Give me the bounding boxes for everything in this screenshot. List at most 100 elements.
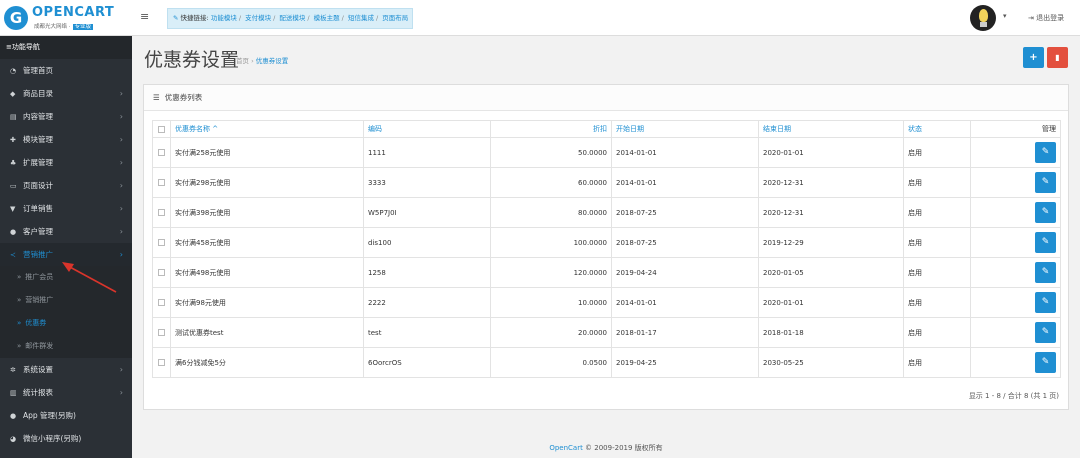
quick-link-shipping[interactable]: 配送模块 <box>279 14 305 22</box>
coupon-discount: 60.0000 <box>490 167 612 198</box>
column-header-name[interactable]: 优惠券名称 ^ <box>170 120 364 138</box>
coupon-code: 1111 <box>363 137 491 168</box>
sidebar-item-orders[interactable]: ▼ 订单销售 › <box>0 197 132 220</box>
quick-link-payment[interactable]: 支付模块 <box>245 14 271 22</box>
sidebar-subitem-coupons[interactable]: » 优惠券 <box>0 312 132 335</box>
edit-button[interactable]: ✎ <box>1035 202 1056 223</box>
quick-link-modules[interactable]: 功能模块 <box>211 14 237 22</box>
column-header-manage: 管理 <box>970 120 1061 138</box>
row-actions: ✎ <box>970 227 1061 258</box>
logout-link[interactable]: ⇥ 退出登录 <box>1028 13 1064 23</box>
sidebar-item-dashboard[interactable]: ◔ 管理首页 <box>0 59 132 82</box>
footer-brand-link[interactable]: OpenCart <box>549 444 583 452</box>
sidebar-item-app[interactable]: ● App 管理(另购) <box>0 404 132 427</box>
pencil-icon: ✎ <box>1041 297 1050 307</box>
coupon-name: 实付满458元使用 <box>170 227 364 258</box>
quick-link-sms[interactable]: 短信集成 <box>348 14 374 22</box>
chevron-right-icon: › <box>119 135 123 144</box>
sidebar-item-design[interactable]: ▭ 页面设计 › <box>0 174 132 197</box>
cart-icon: ▼ <box>10 205 16 213</box>
edit-button[interactable]: ✎ <box>1035 262 1056 283</box>
breadcrumb-current[interactable]: 优惠券设置 <box>256 57 289 65</box>
add-coupon-button[interactable]: + <box>1023 47 1044 68</box>
menu-toggle-icon[interactable]: ≡ <box>140 11 152 23</box>
coupon-code: W5P7J0I <box>363 197 491 228</box>
chevron-down-icon[interactable]: ▾ <box>1003 12 1007 20</box>
edit-button[interactable]: ✎ <box>1035 142 1056 163</box>
coupon-start-date: 2014-01-01 <box>611 287 759 318</box>
sidebar-item-system[interactable]: ✲ 系统设置 › <box>0 358 132 381</box>
row-checkbox[interactable] <box>152 167 171 198</box>
coupon-status: 启用 <box>903 317 971 348</box>
delete-coupon-button[interactable]: ▮ <box>1047 47 1068 68</box>
coupon-code: dis100 <box>363 227 491 258</box>
sidebar-item-modules[interactable]: ✚ 模块管理 › <box>0 128 132 151</box>
quick-links-bar: ✎ 快捷链接: 功能模块 / 支付模块 / 配送模块 / 模板主题 / 短信集成 / 页面… <box>167 8 413 29</box>
breadcrumb: 首页 › 优惠券设置 <box>236 55 288 65</box>
coupon-list-panel: ☰ 优惠券列表 优惠券名称 ^ 编码 折扣 开始日期 结束日期 状态 管理 实付… <box>143 84 1069 410</box>
user-icon: ● <box>10 228 17 236</box>
gear-icon: ✲ <box>10 366 16 374</box>
quick-link-themes[interactable]: 模板主题 <box>314 14 340 22</box>
sidebar-subitem-mail[interactable]: » 邮件群发 <box>0 335 132 358</box>
breadcrumb-separator: › <box>251 57 254 65</box>
logo[interactable]: G OPENCART 成都光大网络 · 专业版 <box>4 4 132 32</box>
sidebar-item-marketing[interactable]: ≺ 营销推广 › <box>0 243 132 266</box>
coupon-start-date: 2014-01-01 <box>611 137 759 168</box>
coupon-code: 6OorcrOS <box>363 347 491 378</box>
edit-button[interactable]: ✎ <box>1035 292 1056 313</box>
top-bar: G OPENCART 成都光大网络 · 专业版 ≡ ✎ 快捷链接: 功能模块 / 支… <box>0 0 1080 36</box>
row-checkbox[interactable] <box>152 227 171 258</box>
row-checkbox[interactable] <box>152 347 171 378</box>
edit-button[interactable]: ✎ <box>1035 232 1056 253</box>
sidebar-item-customers[interactable]: ● 客户管理 › <box>0 220 132 243</box>
sidebar-item-catalog[interactable]: ◆ 商品目录 › <box>0 82 132 105</box>
dashboard-icon: ◔ <box>10 67 17 75</box>
sidebar-item-content[interactable]: ▤ 内容管理 › <box>0 105 132 128</box>
edition-badge: 专业版 <box>72 24 94 30</box>
column-header-code[interactable]: 编码 <box>363 120 491 138</box>
row-checkbox[interactable] <box>152 137 171 168</box>
pencil-icon: ✎ <box>1041 177 1050 187</box>
monitor-icon: ▭ <box>10 182 17 190</box>
sidebar-item-extensions[interactable]: ♣ 扩展管理 › <box>0 151 132 174</box>
sidebar-subitem-affiliates[interactable]: » 推广会员 <box>0 266 132 289</box>
coupon-start-date: 2019-04-25 <box>611 347 759 378</box>
row-checkbox[interactable] <box>152 257 171 288</box>
breadcrumb-home[interactable]: 首页 <box>236 57 249 65</box>
select-all-checkbox[interactable] <box>152 120 171 138</box>
coupon-start-date: 2014-01-01 <box>611 167 759 198</box>
coupon-name: 实付满498元使用 <box>170 257 364 288</box>
edit-button[interactable]: ✎ <box>1035 172 1056 193</box>
edit-button[interactable]: ✎ <box>1035 322 1056 343</box>
table-row: 实付满298元使用 3333 60.0000 2014-01-01 2020-1… <box>152 167 1061 198</box>
column-header-end-date[interactable]: 结束日期 <box>758 120 904 138</box>
column-header-discount[interactable]: 折扣 <box>490 120 612 138</box>
chevron-right-icon: › <box>119 89 123 98</box>
quick-link-layouts[interactable]: 页面布局 <box>382 14 408 22</box>
list-icon: ☰ <box>153 93 160 102</box>
sidebar-item-reports[interactable]: ▥ 统计报表 › <box>0 381 132 404</box>
row-checkbox[interactable] <box>152 317 171 348</box>
coupon-code: 1258 <box>363 257 491 288</box>
chevron-right-icon: › <box>119 250 123 259</box>
coupon-status: 启用 <box>903 287 971 318</box>
column-header-status[interactable]: 状态 <box>903 120 971 138</box>
coupon-end-date: 2020-12-31 <box>758 197 904 228</box>
row-checkbox[interactable] <box>152 287 171 318</box>
pencil-icon: ✎ <box>1041 267 1050 277</box>
coupon-status: 启用 <box>903 257 971 288</box>
footer-copyright: © 2009-2019 版权所有 <box>582 444 663 452</box>
apple-icon: ● <box>10 412 17 420</box>
row-checkbox[interactable] <box>152 197 171 228</box>
coupon-name: 测试优惠券test <box>170 317 364 348</box>
coupon-discount: 120.0000 <box>490 257 612 288</box>
column-header-start-date[interactable]: 开始日期 <box>611 120 759 138</box>
edit-button[interactable]: ✎ <box>1035 352 1056 373</box>
coupon-name: 满6分钱减免5分 <box>170 347 364 378</box>
sidebar-item-wechat[interactable]: ◕ 微信小程序(另购) <box>0 427 132 450</box>
sidebar-subitem-marketing[interactable]: » 营销推广 <box>0 289 132 312</box>
avatar[interactable] <box>970 5 996 31</box>
sidebar: ≡功能导航 ◔ 管理首页 ◆ 商品目录 › ▤ 内容管理 › ✚ 模块管理 › ♣ 扩展管理 › … <box>0 36 132 458</box>
coupon-end-date: 2020-01-01 <box>758 137 904 168</box>
